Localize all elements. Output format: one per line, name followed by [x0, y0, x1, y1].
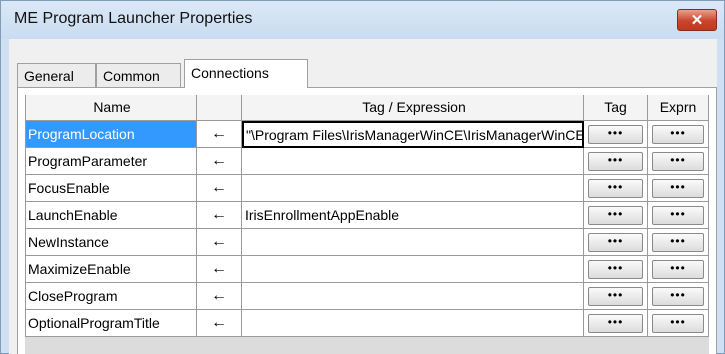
header-name[interactable]: Name	[25, 95, 197, 121]
tab-connections[interactable]: Connections	[184, 59, 308, 88]
expr-browse-cell: •••	[648, 310, 709, 337]
expr-browse-button[interactable]: •••	[652, 233, 704, 252]
expr-browse-button[interactable]: •••	[652, 179, 704, 198]
tag-expression-input[interactable]	[242, 175, 584, 202]
tag-browse-button[interactable]: •••	[588, 314, 643, 333]
grid-header-row: Name Tag / Expression Tag Exprn	[25, 95, 709, 122]
arrow-left-icon: ←	[197, 202, 242, 229]
tag-browse-button[interactable]: •••	[588, 206, 643, 225]
tag-browse-cell: •••	[584, 229, 648, 256]
tab-connections-label: Connections	[191, 65, 269, 81]
tag-browse-cell: •••	[584, 121, 648, 148]
row-name[interactable]: NewInstance	[25, 229, 197, 256]
close-icon: ✕	[690, 12, 704, 29]
row-name[interactable]: LaunchEnable	[25, 202, 197, 229]
header-tag[interactable]: Tag	[584, 95, 648, 121]
expr-browse-button[interactable]: •••	[652, 125, 704, 144]
arrow-left-icon: ←	[197, 148, 242, 175]
tag-expression-input[interactable]	[242, 148, 584, 175]
expr-browse-cell: •••	[648, 256, 709, 283]
table-row[interactable]: ProgramLocation ← "\Program Files\IrisMa…	[25, 121, 709, 148]
tag-browse-cell: •••	[584, 148, 648, 175]
tag-browse-button[interactable]: •••	[588, 179, 643, 198]
table-row[interactable]: CloseProgram ← ••• •••	[25, 283, 709, 310]
tag-browse-cell: •••	[584, 202, 648, 229]
row-name[interactable]: CloseProgram	[25, 283, 197, 310]
row-name[interactable]: OptionalProgramTitle	[25, 310, 197, 337]
header-expr[interactable]: Exprn	[648, 95, 709, 121]
expr-browse-cell: •••	[648, 175, 709, 202]
expr-browse-cell: •••	[648, 283, 709, 310]
title-bar: ME Program Launcher Properties ✕	[1, 1, 724, 39]
expr-browse-button[interactable]: •••	[652, 152, 704, 171]
tab-strip: General Common Connections	[17, 59, 717, 88]
arrow-left-icon: ←	[197, 175, 242, 202]
row-name[interactable]: FocusEnable	[25, 175, 197, 202]
table-row[interactable]: LaunchEnable ← IrisEnrollmentAppEnable •…	[25, 202, 709, 229]
tag-expression-input[interactable]	[242, 310, 584, 337]
tag-browse-cell: •••	[584, 175, 648, 202]
tag-expression-input[interactable]	[242, 229, 584, 256]
tag-expression-input[interactable]	[242, 256, 584, 283]
grid-empty-area	[25, 337, 709, 354]
tab-common[interactable]: Common	[96, 63, 181, 87]
tag-browse-button[interactable]: •••	[588, 152, 643, 171]
header-direction	[197, 95, 242, 121]
arrow-left-icon: ←	[197, 121, 242, 148]
expr-browse-cell: •••	[648, 148, 709, 175]
connections-grid: Name Tag / Expression Tag Exprn ProgramL…	[25, 95, 709, 354]
tag-browse-cell: •••	[584, 310, 648, 337]
header-tag-expression[interactable]: Tag / Expression	[242, 95, 584, 121]
row-name[interactable]: MaximizeEnable	[25, 256, 197, 283]
close-button[interactable]: ✕	[677, 9, 717, 31]
tab-general[interactable]: General	[17, 63, 96, 87]
row-name[interactable]: ProgramLocation	[25, 121, 197, 148]
expr-browse-button[interactable]: •••	[652, 314, 704, 333]
table-row[interactable]: MaximizeEnable ← ••• •••	[25, 256, 709, 283]
table-row[interactable]: NewInstance ← ••• •••	[25, 229, 709, 256]
tag-browse-button[interactable]: •••	[588, 233, 643, 252]
expr-browse-cell: •••	[648, 121, 709, 148]
tag-browse-cell: •••	[584, 283, 648, 310]
tab-common-label: Common	[103, 68, 160, 84]
window-title: ME Program Launcher Properties	[14, 10, 253, 27]
tag-browse-button[interactable]: •••	[588, 287, 643, 306]
expr-browse-cell: •••	[648, 229, 709, 256]
properties-dialog: ME Program Launcher Properties ✕ General…	[0, 0, 725, 354]
tab-general-label: General	[24, 68, 74, 84]
tag-expression-input[interactable]: "\Program Files\IrisManagerWinCE\IrisMan…	[242, 121, 584, 148]
tag-expression-input[interactable]	[242, 283, 584, 310]
expr-browse-button[interactable]: •••	[652, 260, 704, 279]
expr-browse-button[interactable]: •••	[652, 206, 704, 225]
tag-browse-cell: •••	[584, 256, 648, 283]
table-row[interactable]: OptionalProgramTitle ← ••• •••	[25, 310, 709, 337]
arrow-left-icon: ←	[197, 229, 242, 256]
expr-browse-cell: •••	[648, 202, 709, 229]
expr-browse-button[interactable]: •••	[652, 287, 704, 306]
arrow-left-icon: ←	[197, 310, 242, 337]
table-row[interactable]: FocusEnable ← ••• •••	[25, 175, 709, 202]
arrow-left-icon: ←	[197, 283, 242, 310]
tag-browse-button[interactable]: •••	[588, 260, 643, 279]
arrow-left-icon: ←	[197, 256, 242, 283]
tag-expression-input[interactable]: IrisEnrollmentAppEnable	[242, 202, 584, 229]
table-row[interactable]: ProgramParameter ← ••• •••	[25, 148, 709, 175]
tag-browse-button[interactable]: •••	[588, 125, 643, 144]
row-name[interactable]: ProgramParameter	[25, 148, 197, 175]
